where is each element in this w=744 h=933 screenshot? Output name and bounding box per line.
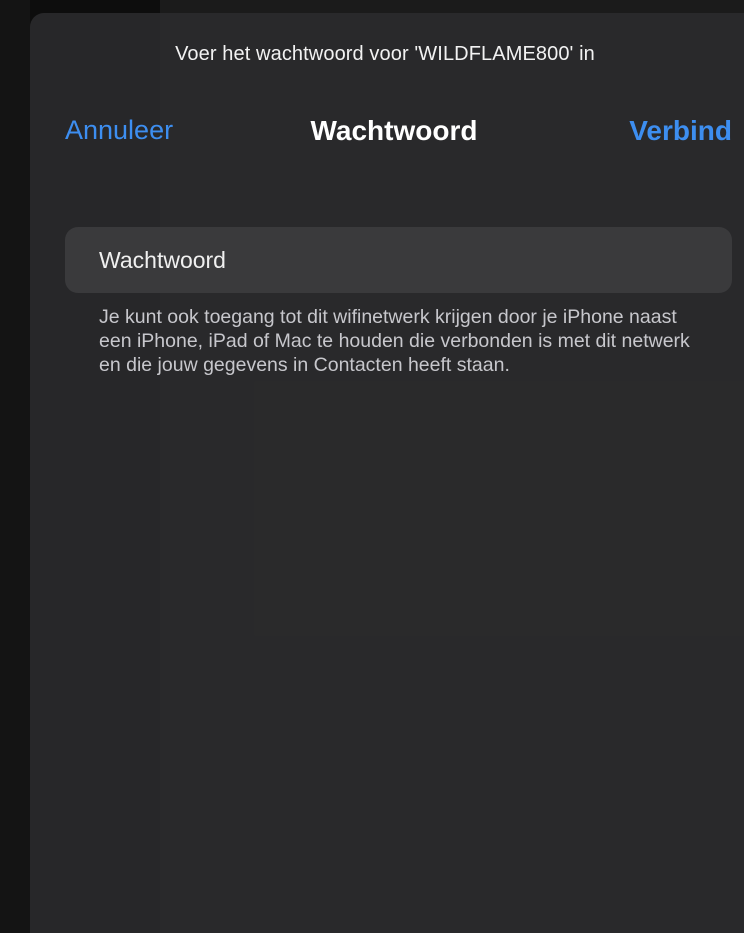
password-input[interactable]	[99, 227, 699, 293]
password-field-group	[65, 227, 732, 293]
footer-note: Je kunt ook toegang tot dit wifinetwerk …	[99, 306, 690, 376]
screen: Voer het wachtwoord voor 'WILDFLAME800' …	[0, 0, 744, 933]
navigation-bar: Annuleer Wachtwoord Verbind	[30, 111, 744, 151]
background-left-strip	[0, 0, 30, 933]
sheet-subtitle: Voer het wachtwoord voor 'WILDFLAME800' …	[175, 43, 595, 65]
connect-button[interactable]: Verbind	[629, 115, 732, 147]
password-sheet: Voer het wachtwoord voor 'WILDFLAME800' …	[30, 13, 744, 933]
